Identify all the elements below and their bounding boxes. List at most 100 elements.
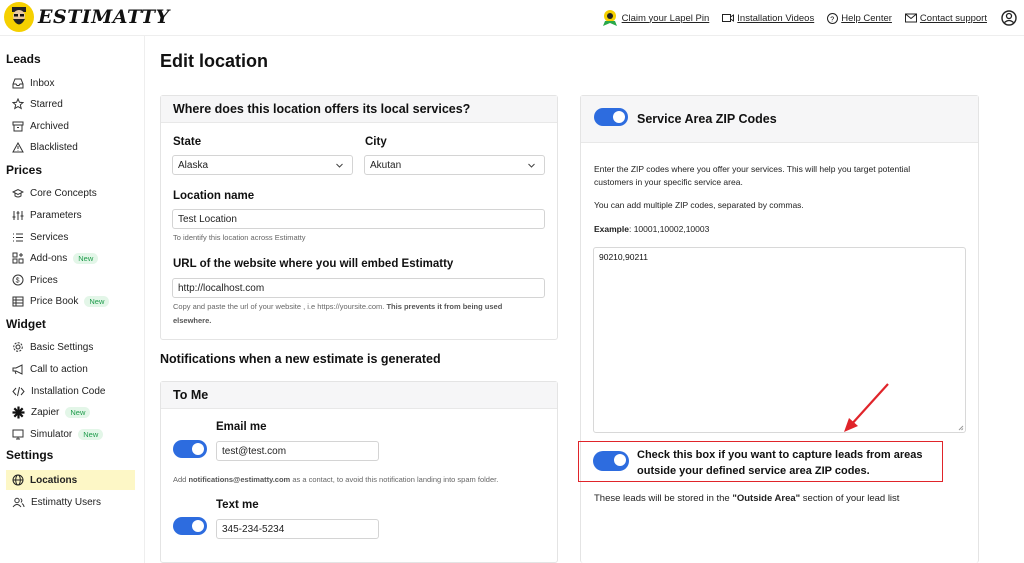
help-center-label: Help Center [841, 12, 892, 24]
storage-note-post: section of your lead list [802, 493, 900, 504]
dollar-circle-icon: $ [12, 274, 24, 286]
sidebar-item-label: Call to action [30, 363, 88, 375]
sidebar-item-label: Zapier [31, 406, 60, 418]
sidebar-item-label: Estimatty Users [31, 496, 102, 508]
sidebar-item-add-ons[interactable]: Add-ons New [6, 248, 135, 268]
zip-codes-textarea[interactable]: 90210,90211 [593, 247, 966, 433]
zip-example-label: Example [594, 224, 629, 234]
sidebar-item-label: Basic Settings [30, 341, 94, 353]
website-url-input[interactable]: http://localhost.com [172, 278, 545, 298]
sidebar-section-settings: Settings [6, 448, 54, 462]
state-select[interactable]: Alaska [172, 155, 353, 175]
table-icon [12, 296, 24, 306]
city-label: City [365, 136, 387, 148]
sidebar-item-parameters[interactable]: Parameters [6, 205, 135, 225]
zip-description: Enter the ZIP codes where you offer your… [594, 163, 910, 189]
email-hint-post: as a contact, to avoid this notification… [292, 475, 499, 484]
sidebar-item-inbox[interactable]: Inbox [6, 73, 135, 93]
service-area-zip-toggle[interactable] [594, 108, 628, 126]
new-badge: New [78, 428, 104, 440]
svg-text:?: ? [831, 16, 835, 23]
sidebar-item-label: Installation Code [31, 385, 106, 397]
user-account-button[interactable] [1001, 10, 1020, 26]
sidebar-item-label: Locations [30, 474, 78, 486]
sidebar-item-core-concepts[interactable]: Core Concepts [6, 183, 135, 203]
chevron-down-icon [528, 163, 535, 168]
outside-area-label-line-2: outside your defined service area ZIP co… [637, 465, 870, 477]
email-hint-bold: notifications@estimatty.com [188, 475, 291, 484]
sidebar-item-label: Price Book [30, 295, 79, 307]
sidebar-item-zapier[interactable]: Zapier New [6, 402, 135, 422]
question-circle-icon: ? [827, 12, 839, 24]
claim-lapel-pin-link[interactable]: Claim your Lapel Pin [601, 9, 709, 27]
outside-area-toggle[interactable] [593, 451, 629, 471]
sidebar-item-label: Simulator [30, 428, 73, 440]
sidebar-item-label: Starred [30, 98, 63, 110]
sidebar-item-label: Blacklisted [30, 141, 78, 153]
star-icon [12, 98, 24, 110]
resize-handle-icon[interactable] [958, 425, 964, 431]
logo-text: ESTIMATTY [38, 6, 170, 28]
text-me-label: Text me [216, 499, 259, 511]
city-select[interactable]: Akutan [364, 155, 545, 175]
sidebar-item-installation-code[interactable]: Installation Code [6, 381, 135, 401]
sidebar-item-blacklisted[interactable]: Blacklisted [6, 137, 135, 157]
sidebar-item-prices[interactable]: $ Prices [6, 270, 135, 290]
award-pin-icon [602, 10, 617, 26]
outside-area-storage-note: These leads will be stored in the "Outsi… [594, 492, 899, 505]
zapier-icon [12, 406, 25, 418]
location-card-header: Where does this location offers its loca… [161, 96, 557, 123]
sidebar-item-services[interactable]: Services [6, 227, 135, 247]
email-input[interactable]: test@test.com [216, 441, 379, 461]
inbox-icon [12, 78, 24, 88]
user-circle-icon [1001, 10, 1017, 26]
globe-icon [12, 474, 24, 486]
zip-example: Example: 10001,10002,10003 [594, 223, 709, 236]
megaphone-icon [12, 363, 23, 375]
sidebar-section-widget: Widget [6, 317, 46, 331]
warning-triangle-icon [12, 141, 24, 152]
email-me-toggle[interactable] [173, 440, 207, 458]
zip-example-value: : 10001,10002,10003 [628, 224, 710, 234]
sidebar-item-basic-settings[interactable]: Basic Settings [6, 337, 135, 357]
new-badge: New [73, 252, 99, 264]
sidebar-item-call-to-action[interactable]: Call to action [6, 359, 135, 379]
zip-codes-card-header: Service Area ZIP Codes [581, 96, 978, 143]
text-me-toggle[interactable] [173, 517, 207, 535]
sidebar-item-starred[interactable]: Starred [6, 94, 135, 114]
annotation-arrow-icon [844, 383, 889, 432]
city-select-value: Akutan [370, 159, 402, 171]
logo[interactable]: ESTIMATTY [4, 2, 170, 32]
notifications-title: Notifications when a new estimate is gen… [160, 352, 441, 366]
sidebar-item-archived[interactable]: Archived [6, 116, 135, 136]
sidebar-item-label: Inbox [30, 77, 55, 89]
sidebar-item-label: Core Concepts [30, 187, 97, 199]
phone-input[interactable]: 345-234-5234 [216, 519, 379, 539]
location-name-input[interactable]: Test Location [172, 209, 545, 229]
gear-icon [13, 342, 23, 352]
zip-codes-value: 90210,90211 [599, 252, 649, 262]
installation-videos-label: Installation Videos [737, 12, 815, 24]
sidebar-item-price-book[interactable]: Price Book New [6, 291, 135, 311]
sidebar-section-prices: Prices [6, 163, 43, 177]
sidebar-item-label: Parameters [30, 209, 82, 221]
help-center-link[interactable]: ? Help Center [827, 12, 892, 24]
sidebar-item-locations[interactable]: Locations [6, 470, 135, 490]
sidebar-item-simulator[interactable]: Simulator New [6, 424, 135, 444]
logo-mascot-icon [4, 2, 34, 32]
location-name-label: Location name [173, 190, 255, 202]
website-url-hint: Copy and paste the url of your website ,… [173, 300, 543, 328]
sidebar-item-label: Services [30, 231, 69, 243]
website-url-hint-bold-2: elsewhere. [173, 316, 212, 325]
contact-support-link[interactable]: Contact support [904, 13, 987, 24]
email-hint-pre: Add [173, 475, 187, 484]
add-ons-icon [12, 252, 24, 264]
list-icon [13, 233, 23, 241]
state-select-value: Alaska [178, 159, 209, 171]
sidebar-item-estimatty-users[interactable]: Estimatty Users [6, 492, 135, 512]
email-me-label: Email me [216, 421, 267, 433]
website-url-label: URL of the website where you will embed … [173, 258, 454, 270]
installation-videos-link[interactable]: Installation Videos [722, 13, 814, 24]
website-url-hint-text: Copy and paste the url of your website ,… [173, 302, 385, 311]
users-icon [12, 497, 25, 507]
